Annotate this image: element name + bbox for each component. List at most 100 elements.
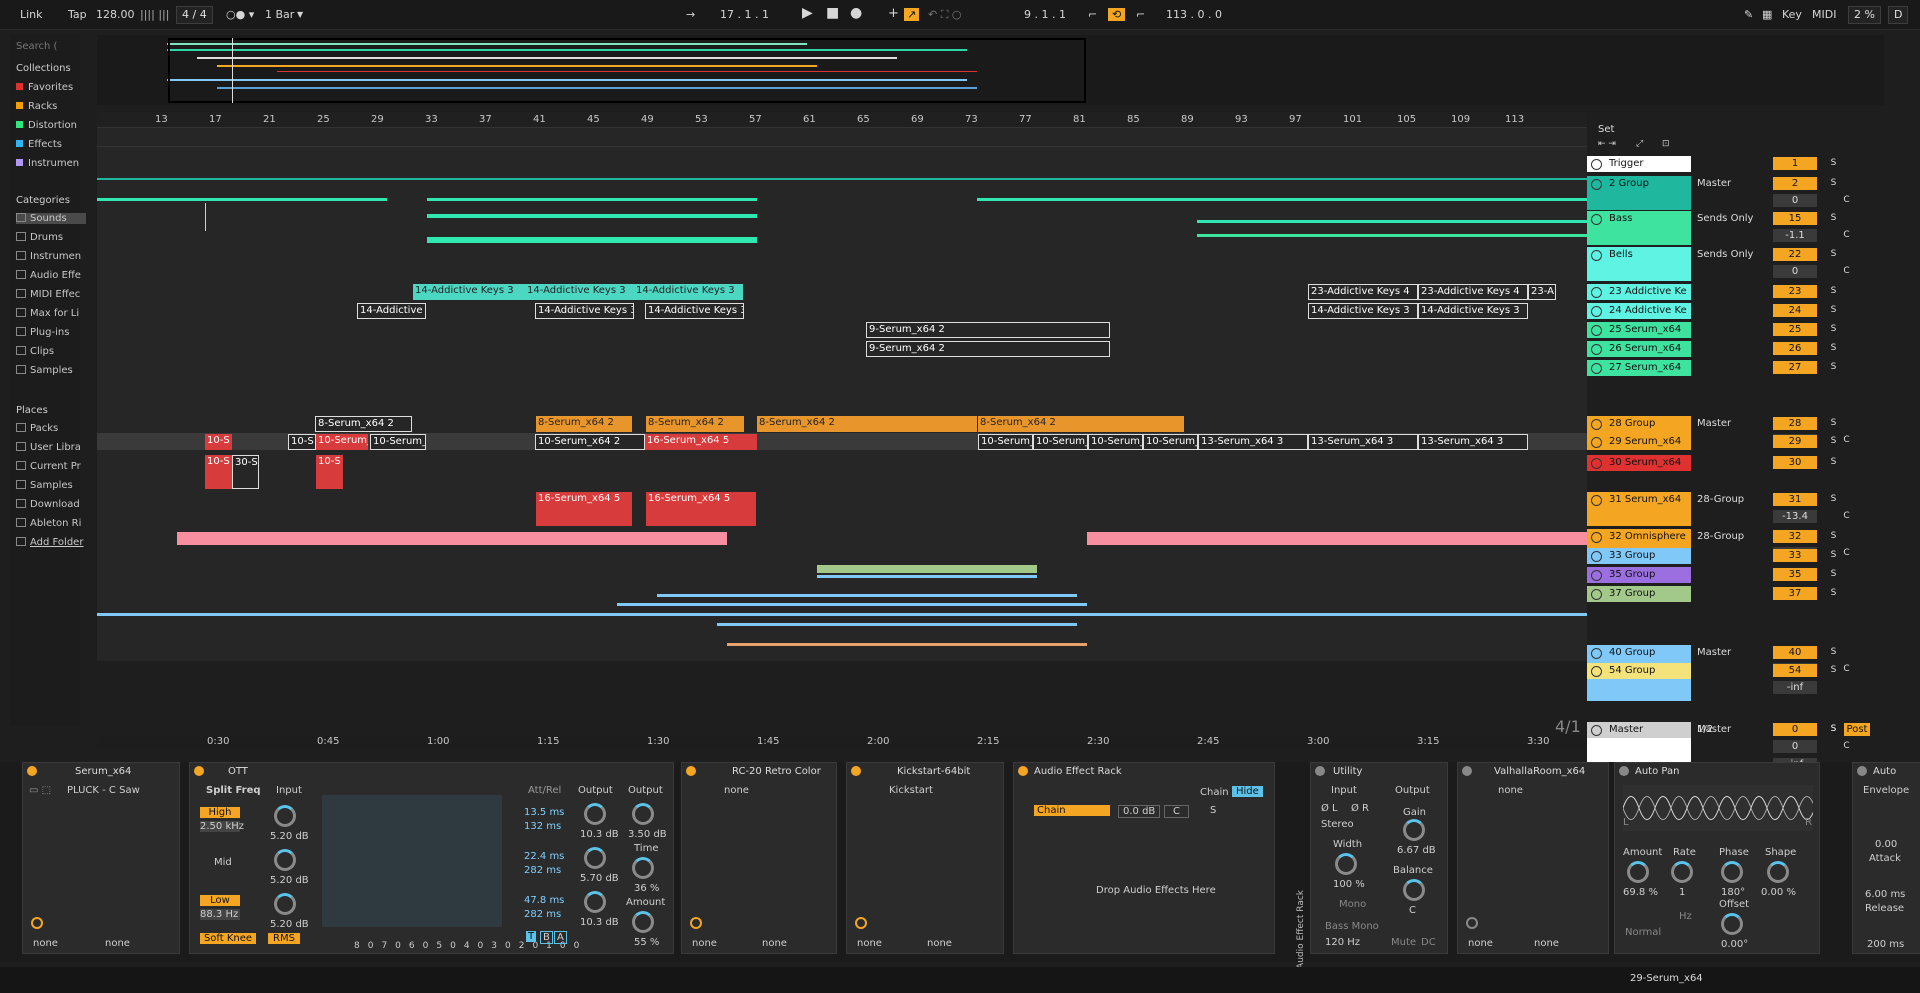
track-header[interactable]: 2 Group xyxy=(1587,176,1691,210)
clip[interactable]: 10-Serum_x64 2 xyxy=(535,434,645,450)
track-activator-icon[interactable] xyxy=(1591,570,1602,581)
track-activator-icon[interactable] xyxy=(1591,306,1602,317)
track-header[interactable]: 30 Serum_x64 xyxy=(1587,455,1691,471)
clip[interactable]: 9-Serum_x64 2 xyxy=(866,322,1110,338)
track-header[interactable]: Bass xyxy=(1587,211,1691,245)
attack-high[interactable]: 13.5 ms xyxy=(524,807,564,818)
solo-button[interactable]: S xyxy=(1827,212,1840,225)
solo-button[interactable]: S xyxy=(1827,646,1840,659)
pan-center-button[interactable]: C xyxy=(1840,547,1853,560)
pan-center-button[interactable]: C xyxy=(1840,194,1853,207)
track-activator-icon[interactable] xyxy=(1591,419,1602,430)
clip[interactable]: 8-Serum_x64 2 xyxy=(757,416,977,432)
phase-left[interactable]: Ø L xyxy=(1321,803,1338,814)
power-icon[interactable] xyxy=(1462,766,1472,776)
low-freq-field[interactable]: 88.3 Hz xyxy=(200,909,240,920)
power-icon[interactable] xyxy=(1315,766,1325,776)
clip[interactable]: 16-Serum_x64 5 xyxy=(646,492,756,526)
macro-1[interactable]: none xyxy=(857,938,882,949)
solo-button[interactable]: S xyxy=(1827,530,1840,543)
track-header[interactable]: 25 Serum_x64 xyxy=(1587,322,1691,338)
category-plugins[interactable]: Plug-ins xyxy=(16,327,86,338)
power-icon[interactable] xyxy=(1619,766,1629,776)
track-volume[interactable]: -1.1 xyxy=(1773,229,1817,242)
width-knob[interactable] xyxy=(1335,853,1357,875)
key-map-button[interactable]: Key xyxy=(1782,8,1802,21)
pan-center-button[interactable]: C xyxy=(1840,740,1853,753)
pan-center-button[interactable]: C xyxy=(1840,265,1853,278)
track-header[interactable]: Master xyxy=(1587,722,1691,738)
track-volume[interactable]: -13.4 xyxy=(1773,510,1817,523)
power-icon[interactable] xyxy=(194,766,204,776)
output-routing-select[interactable]: 1/2 xyxy=(1697,724,1763,735)
signature-field[interactable]: 4 / 4 xyxy=(176,6,213,24)
track-activator-icon[interactable] xyxy=(1591,344,1602,355)
track-activator[interactable]: 29 xyxy=(1773,435,1817,448)
clip[interactable]: 10-S xyxy=(205,455,232,489)
solo-button[interactable]: S xyxy=(1827,304,1840,317)
phase-right[interactable]: Ø R xyxy=(1351,803,1369,814)
solo-button[interactable]: S xyxy=(1827,568,1840,581)
chain-solo[interactable]: S xyxy=(1210,805,1216,816)
power-icon[interactable] xyxy=(1857,766,1867,776)
pan-center-button[interactable]: C xyxy=(1840,434,1853,447)
device-audio-effect-rack[interactable]: Audio Effect Rack Chain Hide Chain 0.0 d… xyxy=(1013,762,1275,954)
macro-2[interactable]: none xyxy=(105,938,130,949)
track-activator[interactable]: 15 xyxy=(1773,212,1817,225)
mono-toggle[interactable]: Mono xyxy=(1339,899,1366,910)
a-toggle[interactable]: A xyxy=(554,931,567,944)
collection-effects[interactable]: Effects xyxy=(16,139,86,150)
category-midi-effects[interactable]: MIDI Effec xyxy=(16,289,86,300)
track-activator[interactable]: 54 xyxy=(1773,664,1817,677)
clip[interactable]: 16-Serum_x64 5 xyxy=(536,492,632,526)
track-activator-icon[interactable] xyxy=(1591,250,1602,261)
solo-button[interactable]: S xyxy=(1827,248,1840,261)
loop-start-field[interactable]: 9 . 1 . 1 xyxy=(1024,8,1066,21)
track-activator[interactable]: 22 xyxy=(1773,248,1817,261)
pan-center-button[interactable]: C xyxy=(1840,663,1853,676)
clip[interactable]: 8-Serum_x64 2 xyxy=(646,416,744,432)
amount-knob[interactable] xyxy=(632,911,654,933)
post-fader-toggle[interactable]: Post xyxy=(1844,723,1870,736)
solo-button[interactable]: S xyxy=(1827,664,1840,677)
category-instruments[interactable]: Instrumen xyxy=(16,251,86,262)
chevron-down-icon[interactable]: ▼ xyxy=(297,10,303,19)
category-audio-effects[interactable]: Audio Effe xyxy=(16,270,86,281)
macro-2[interactable]: none xyxy=(1534,938,1559,949)
track-activator-icon[interactable] xyxy=(1591,648,1602,659)
stereo-mode[interactable]: Stereo xyxy=(1321,819,1354,830)
attack-mid[interactable]: 22.4 ms xyxy=(524,851,564,862)
track-activator[interactable]: 28 xyxy=(1773,417,1817,430)
clip[interactable]: 30-Se xyxy=(232,455,259,489)
automation-arm-icon[interactable]: ↗ xyxy=(904,8,920,21)
track-activator-icon[interactable] xyxy=(1591,458,1602,469)
clip[interactable]: 14-Addictive Keys 3 xyxy=(1418,303,1528,319)
track-activator-icon[interactable] xyxy=(1591,725,1602,736)
place-current-project[interactable]: Current Pr xyxy=(16,461,86,472)
output-routing-select[interactable]: Master xyxy=(1697,418,1763,429)
arrangement-position[interactable]: 17 . 1 . 1 xyxy=(720,8,769,21)
bass-mono-toggle[interactable]: Bass Mono xyxy=(1325,921,1379,932)
place-ableton-rack[interactable]: Ableton Ri xyxy=(16,518,86,529)
folder-icon[interactable]: ▭ ⬚ xyxy=(29,785,51,796)
output-routing-select[interactable]: 28-Group xyxy=(1697,531,1763,542)
output-mid-knob[interactable] xyxy=(584,847,606,869)
collection-instruments[interactable]: Instrumen xyxy=(16,158,86,169)
play-icon[interactable]: ▶ xyxy=(802,5,813,21)
output-high-knob[interactable] xyxy=(584,803,606,825)
device-next[interactable]: Auto Envelope 0.00 Attack 6.00 ms Releas… xyxy=(1852,762,1920,954)
gain-knob[interactable] xyxy=(1403,819,1425,841)
preset-name[interactable]: none xyxy=(1498,785,1523,796)
device-serum[interactable]: Serum_x64 ▭ ⬚ PLUCK - C Saw none none xyxy=(22,762,180,954)
t-toggle[interactable]: T xyxy=(526,931,537,942)
track-volume[interactable]: 0 xyxy=(1773,740,1817,753)
input-mid-knob[interactable] xyxy=(274,849,296,871)
solo-button[interactable]: S xyxy=(1827,157,1840,170)
solo-button[interactable]: S xyxy=(1827,723,1840,736)
clip[interactable]: 10-S xyxy=(316,455,343,489)
solo-button[interactable]: S xyxy=(1827,285,1840,298)
track-activator-icon[interactable] xyxy=(1591,363,1602,374)
macro-knob[interactable] xyxy=(855,917,867,929)
track-activator[interactable]: 30 xyxy=(1773,456,1817,469)
link-button[interactable]: Link xyxy=(20,8,43,21)
